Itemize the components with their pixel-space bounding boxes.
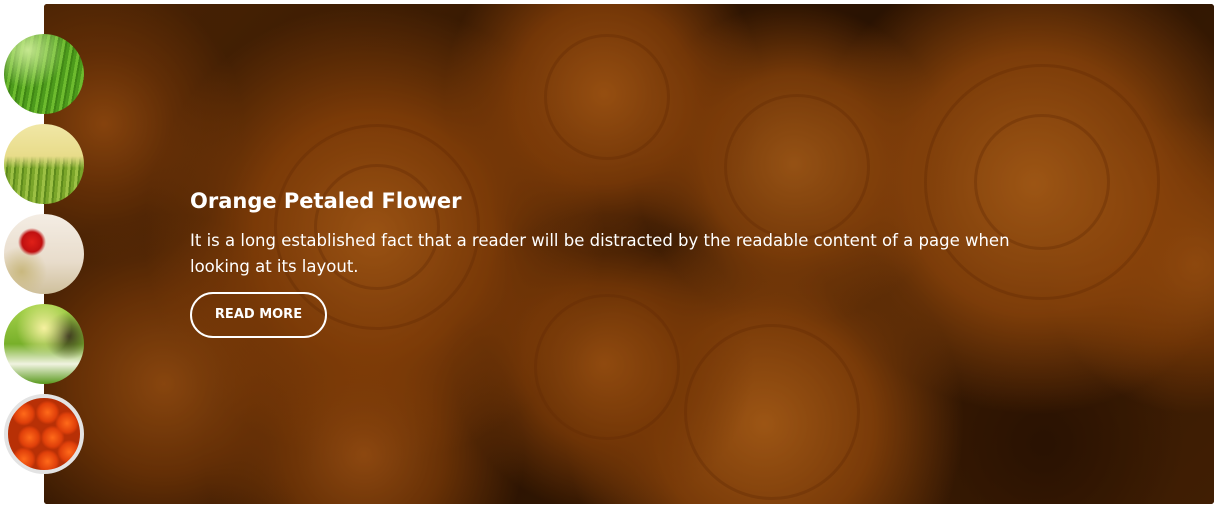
slide-title: Orange Petaled Flower (190, 189, 462, 213)
slide-description: It is a long established fact that a rea… (190, 231, 1010, 276)
image-slider: Orange Petaled Flower It is a long estab… (44, 4, 1214, 504)
slide-caption: Orange Petaled Flower It is a long estab… (190, 186, 1070, 338)
orange-roses-thumbnail[interactable] (4, 394, 84, 474)
poppy-thumbnail[interactable] (4, 214, 84, 294)
thumbnail-navigation (4, 34, 84, 484)
read-more-button[interactable]: READ MORE (190, 292, 327, 338)
daisy-field-thumbnail[interactable] (4, 304, 84, 384)
grass-thumbnail[interactable] (4, 34, 84, 114)
meadow-thumbnail[interactable] (4, 124, 84, 204)
